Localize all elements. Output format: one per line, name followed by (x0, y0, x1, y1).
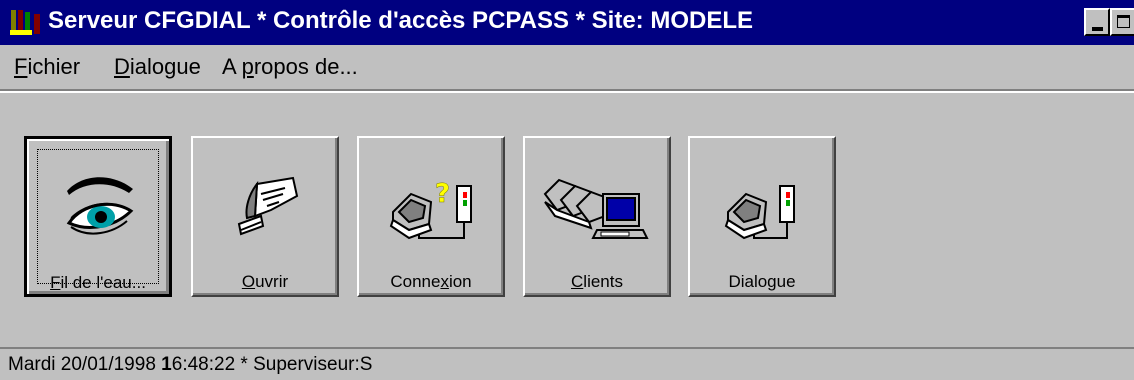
menu-fichier-label: ichier (27, 54, 81, 79)
clients-button[interactable]: Clients (523, 136, 671, 297)
menu-dialogue[interactable]: Dialogue (114, 54, 201, 80)
status-text: Mardi 20/01/1998 16:48:22 * Superviseur:… (8, 353, 372, 377)
title-bar[interactable]: Serveur CFGDIAL * Contrôle d'accès PCPAS… (0, 0, 1134, 45)
menu-fichier[interactable]: Fichier (14, 54, 80, 80)
status-time: 6:48:22 (171, 354, 236, 375)
minimize-icon (1092, 27, 1103, 31)
app-icon[interactable] (10, 8, 42, 38)
ouvrir-button[interactable]: Ouvrir (191, 136, 339, 297)
fil-de-leau-label: Fil de l'eau... (50, 273, 146, 292)
clients-label: Clients (571, 272, 623, 291)
menu-dialogue-accel: D (114, 54, 130, 79)
connexion-label: Connexion (390, 272, 472, 291)
maximize-button[interactable] (1110, 8, 1134, 36)
status-user: * Superviseur:S (235, 354, 373, 375)
status-bar: Mardi 20/01/1998 16:48:22 * Superviseur:… (0, 347, 1134, 380)
menu-a-propos[interactable]: A propos de... (222, 54, 358, 80)
eye-icon (66, 177, 134, 235)
fil-de-leau-button[interactable]: Fil de l'eau... (24, 136, 172, 297)
dialogue-label: Dialogue (728, 272, 796, 291)
terminal-query-icon: ? (389, 179, 472, 240)
status-time-bold: 1 (161, 354, 172, 375)
menu-apropos-label: ropos de... (253, 54, 358, 79)
status-date: Mardi 20/01/1998 (8, 354, 162, 375)
hand-card-icon (237, 176, 299, 236)
svg-text:?: ? (435, 179, 450, 209)
terminal-signal-icon (724, 185, 795, 240)
clients-network-icon (543, 178, 649, 239)
window-title: Serveur CFGDIAL * Contrôle d'accès PCPAS… (48, 7, 753, 34)
maximize-icon (1117, 15, 1130, 28)
dialogue-button[interactable]: Dialogue (688, 136, 836, 297)
menu-apropos-accel: p (241, 54, 254, 79)
menu-apropos-prefix: A (222, 54, 242, 79)
menu-dialogue-label: ialogue (129, 54, 201, 79)
menu-fichier-accel: F (14, 54, 28, 79)
ouvrir-label: Ouvrir (241, 272, 289, 291)
menu-bar: Fichier Dialogue A propos de... (0, 45, 1134, 93)
minimize-button[interactable] (1084, 8, 1110, 36)
connexion-button[interactable]: ? Connexion (357, 136, 505, 297)
